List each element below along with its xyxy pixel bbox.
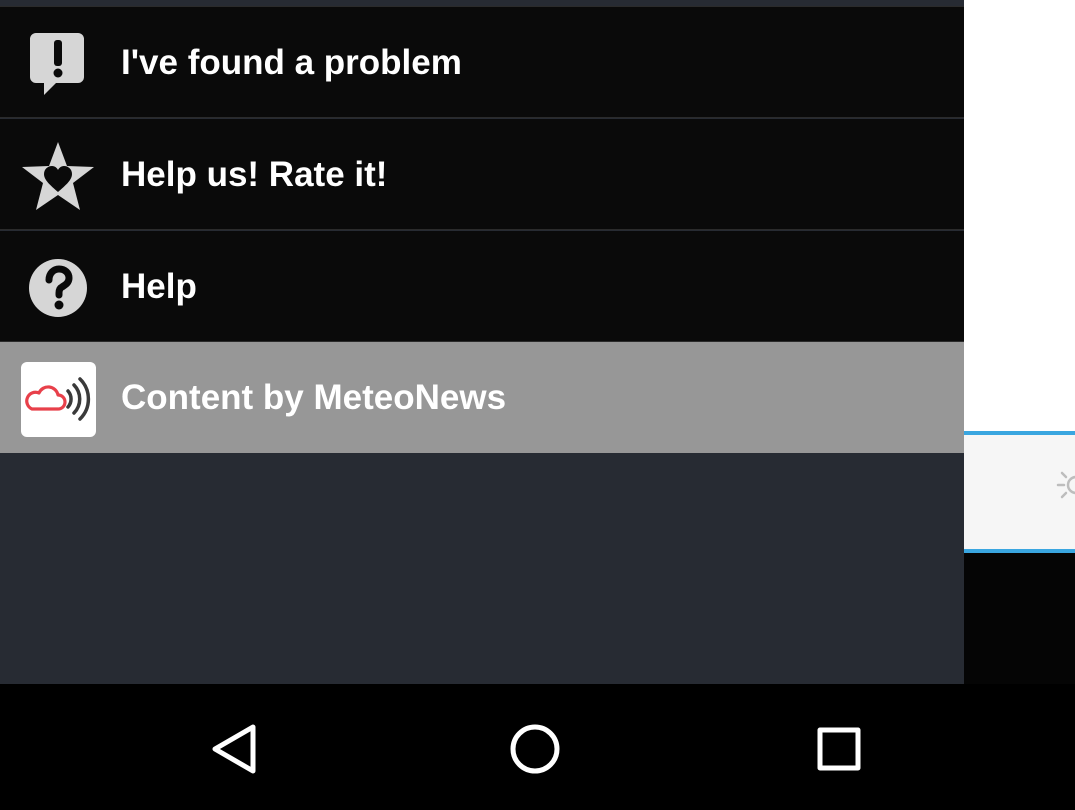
background-app [964, 0, 1075, 684]
menu-item-report-problem[interactable]: I've found a problem [0, 7, 964, 118]
menu-item-label: Help [121, 267, 197, 306]
home-circle-icon [510, 724, 560, 774]
exclamation-bubble-icon [20, 26, 96, 102]
menu-item-rate-app[interactable]: Help us! Rate it! [0, 119, 964, 230]
navigation-drawer: I've found a problem Help us! Rate it! H… [0, 0, 964, 684]
system-navigation-bar [0, 684, 1075, 810]
sun-icon [1056, 471, 1075, 499]
background-dark-strip [964, 553, 1075, 684]
question-circle-icon [20, 250, 96, 326]
back-button[interactable] [198, 714, 268, 784]
meteonews-logo-box [20, 361, 96, 437]
menu-item-label: Help us! Rate it! [121, 155, 388, 194]
menu-item-label: I've found a problem [121, 43, 462, 82]
phone-screen: I've found a problem Help us! Rate it! H… [0, 0, 1075, 810]
star-heart-icon [20, 138, 96, 214]
home-button[interactable] [500, 714, 570, 784]
meteonews-logo-icon [20, 361, 96, 437]
menu-item-help[interactable]: Help [0, 231, 964, 342]
menu-item-meteonews[interactable]: Content by MeteoNews [0, 342, 964, 453]
back-triangle-icon [212, 724, 256, 774]
recents-button[interactable] [804, 714, 874, 784]
menu-item-label: Content by MeteoNews [121, 378, 507, 417]
recents-square-icon [817, 727, 861, 771]
